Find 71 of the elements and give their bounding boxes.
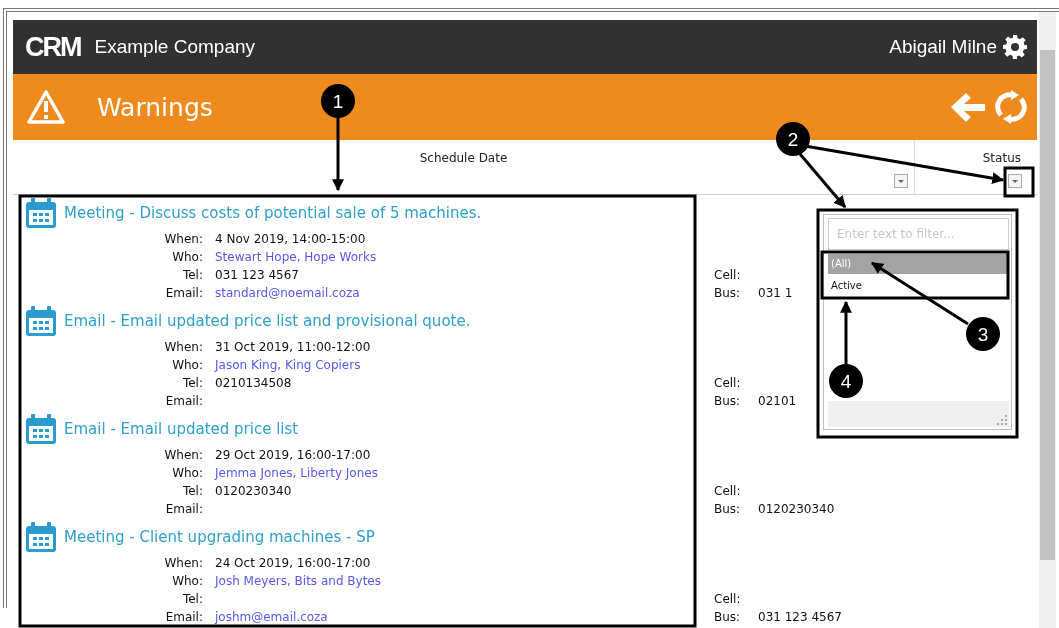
highlight-frame [1003, 166, 1035, 198]
activity-title[interactable]: Meeting - Discuss costs of potential sale of 5 machines. [64, 204, 482, 222]
settings-icon[interactable] [1003, 35, 1027, 59]
field-label: When: [163, 232, 203, 246]
field-label: Tel: [181, 592, 203, 606]
field-label: Cell: [714, 592, 742, 606]
field-label: Bus: [714, 610, 742, 624]
callout-number: 3 [966, 317, 1000, 351]
field-label: Tel: [181, 484, 203, 498]
field-label: Email: [164, 394, 203, 408]
contact-link[interactable]: Stewart Hope, Hope Works [203, 250, 714, 264]
field-label: Email: [164, 610, 203, 624]
field-label: Who: [171, 250, 203, 264]
callout-number: 2 [776, 122, 810, 156]
activity-title[interactable]: Email - Email updated price list [64, 420, 299, 438]
calendar-icon [24, 412, 58, 446]
activity-title[interactable]: Email - Email updated price list and provisional quote. [64, 312, 471, 330]
field-label: When: [163, 556, 203, 570]
field-value: 02101 [758, 394, 798, 408]
field-value: 29 Oct 2019, 16:00-17:00 [214, 448, 372, 462]
field-value: 031 123 4567 [758, 610, 843, 624]
field-label: When: [163, 448, 203, 462]
contact-link[interactable]: Jason King, King Copiers [203, 358, 714, 372]
field-label: Cell: [714, 484, 742, 498]
field-value: 0120230340 [214, 484, 293, 498]
callout-number: 1 [321, 84, 355, 118]
contact-link[interactable]: Jemma Jones, Liberty Jones [203, 466, 714, 480]
page-title: Warnings [97, 92, 213, 122]
contact-link[interactable]: standard@noemail.coza [203, 286, 714, 300]
warning-icon [27, 90, 65, 124]
logo[interactable]: CRM [25, 31, 81, 63]
user-name[interactable]: Abigail Milne [889, 36, 997, 58]
field-value: 24 Oct 2019, 16:00-17:00 [214, 556, 372, 570]
callout-number: 4 [829, 364, 863, 398]
callout-arrow [840, 300, 852, 365]
company-name: Example Company [94, 36, 256, 58]
field-value: 4 Nov 2019, 14:00-15:00 [214, 232, 367, 246]
field-label: Cell: [714, 268, 742, 282]
filter-button[interactable] [894, 174, 908, 188]
refresh-icon[interactable] [993, 89, 1029, 125]
field-label: Who: [171, 574, 203, 588]
scrollbar[interactable] [1039, 12, 1056, 628]
field-label: Bus: [714, 286, 742, 300]
field-value: 0120230340 [758, 502, 836, 516]
field-label: Tel: [181, 268, 203, 282]
field-label: Who: [171, 358, 203, 372]
back-arrow-icon[interactable] [949, 90, 987, 124]
field-label: When: [163, 340, 203, 354]
calendar-icon [24, 196, 58, 230]
filter-option[interactable]: Active [828, 276, 1009, 296]
field-label: Email: [164, 286, 203, 300]
filter-field[interactable]: Enter text to filter... [828, 218, 1009, 250]
contact-link[interactable]: joshm@email.coza [203, 610, 714, 624]
column-header[interactable]: Status [982, 151, 1021, 165]
filter-button[interactable] [1008, 174, 1022, 188]
field-value: 0210134508 [214, 376, 293, 390]
field-label: Tel: [181, 376, 203, 390]
calendar-icon [24, 304, 58, 338]
field-label: Who: [171, 466, 203, 480]
field-label: Email: [164, 502, 203, 516]
field-value: 31 Oct 2019, 11:00-12:00 [214, 340, 372, 354]
field-label: Bus: [714, 502, 742, 516]
column-header[interactable]: Schedule Date [419, 151, 508, 165]
field-value: 031 1 [758, 286, 794, 300]
activity-title[interactable]: Meeting - Client upgrading machines - SP [64, 528, 375, 546]
field-label: Bus: [714, 394, 742, 408]
field-value: 031 123 4567 [214, 268, 300, 282]
field-label: Cell: [714, 376, 742, 390]
calendar-icon [24, 520, 58, 554]
contact-link[interactable]: Josh Meyers, Bits and Bytes [203, 574, 714, 588]
resize-grip-icon[interactable] [997, 415, 1007, 425]
